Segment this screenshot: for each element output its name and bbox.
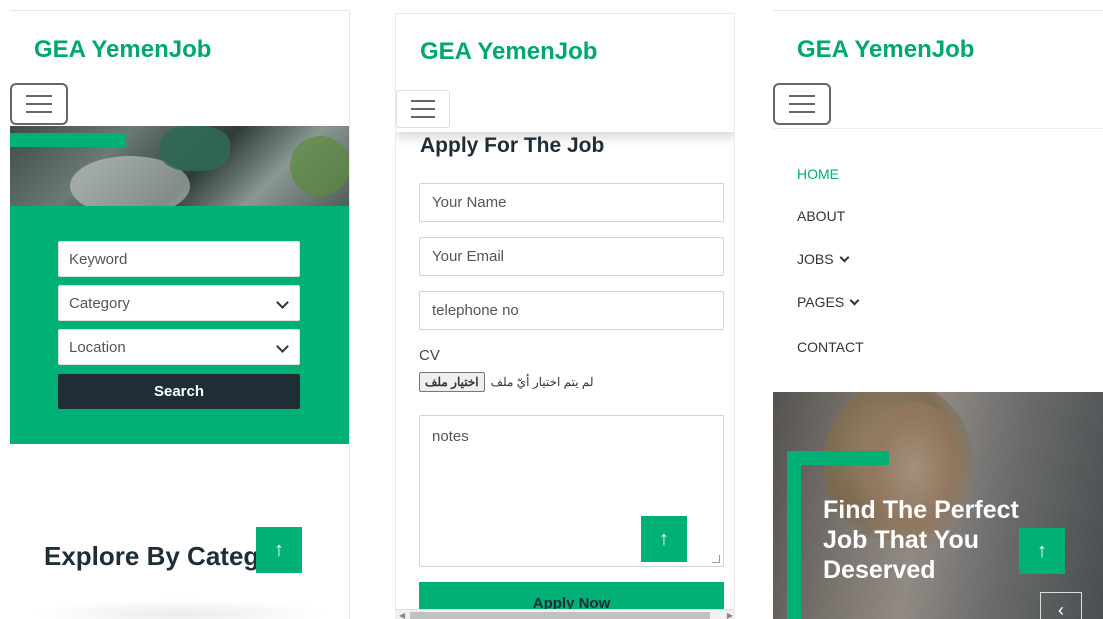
screen-home-search: GEA YemenJob Keyword Category Location S… (10, 10, 350, 619)
menu-toggle-button[interactable] (10, 83, 68, 125)
nav-about-label: ABOUT (797, 208, 846, 224)
accent-bar (10, 133, 126, 147)
scroll-to-top-button[interactable]: ↑ (641, 516, 687, 562)
nav-home[interactable]: HOME (797, 166, 839, 182)
location-value: Location (69, 338, 126, 356)
keyword-placeholder: Keyword (69, 250, 128, 268)
category-select[interactable]: Category (58, 285, 300, 321)
keyword-input[interactable]: Keyword (58, 241, 300, 277)
form-heading: Apply For The Job (420, 134, 605, 157)
category-value: Category (69, 294, 130, 312)
nav-home-label: HOME (797, 166, 839, 182)
phone-placeholder: telephone no (432, 302, 519, 319)
arrow-up-icon: ↑ (659, 527, 669, 550)
hamburger-icon (411, 100, 435, 102)
nav-jobs-label: JOBS (797, 251, 834, 267)
divider (773, 128, 1103, 129)
name-input[interactable]: Your Name (419, 183, 724, 222)
hero-banner: Find The Perfect Job That You Deserved ↑… (773, 392, 1103, 619)
brand-logo[interactable]: GEA YemenJob (34, 36, 211, 64)
nav-pages[interactable]: PAGES (797, 294, 858, 310)
horizontal-scrollbar[interactable]: ◀ ▶ (396, 609, 734, 619)
chevron-down-icon (850, 298, 858, 306)
arrow-up-icon: ↑ (1037, 539, 1047, 562)
menu-toggle-button[interactable] (396, 90, 450, 128)
phone-input[interactable]: telephone no (419, 291, 724, 330)
scroll-to-top-button[interactable]: ↑ (1019, 528, 1065, 574)
arrow-up-icon: ↑ (274, 538, 284, 561)
email-placeholder: Your Email (432, 248, 504, 265)
choose-file-button[interactable]: اختيار ملف (419, 372, 485, 392)
chevron-down-icon (275, 340, 289, 354)
menu-toggle-button[interactable] (773, 83, 831, 125)
scrollbar-thumb[interactable] (410, 612, 710, 619)
name-placeholder: Your Name (432, 194, 507, 211)
nav-jobs[interactable]: JOBS (797, 251, 848, 267)
hamburger-icon (789, 95, 815, 97)
cv-label: CV (419, 347, 440, 364)
scroll-to-top-button[interactable]: ↑ (256, 527, 302, 573)
nav-contact-label: CONTACT (797, 339, 864, 355)
cv-file-input[interactable]: اختيار ملف لم يتم اختيار أيّ ملف (419, 372, 594, 392)
screen-nav-menu: GEA YemenJob HOME ABOUT JOBS PAGES CONTA… (773, 10, 1103, 619)
chevron-down-icon (275, 296, 289, 310)
nav-contact[interactable]: CONTACT (797, 339, 864, 355)
hero-headline: Find The Perfect Job That You Deserved (823, 496, 1019, 584)
brand-logo[interactable]: GEA YemenJob (420, 38, 597, 66)
file-status: لم يتم اختيار أيّ ملف (490, 375, 594, 389)
screen-apply-form: GEA YemenJob Apply For The Job Your Name… (395, 13, 735, 619)
card-shadow (30, 599, 330, 619)
email-input[interactable]: Your Email (419, 237, 724, 276)
chevron-left-icon: ‹ (1058, 599, 1064, 619)
hamburger-icon (26, 95, 52, 97)
brand-logo[interactable]: GEA YemenJob (797, 36, 974, 64)
notes-placeholder: notes (432, 428, 469, 445)
chevron-down-icon (840, 255, 848, 263)
carousel-prev-button[interactable]: ‹ (1040, 592, 1082, 619)
resize-handle[interactable] (712, 555, 720, 563)
location-select[interactable]: Location (58, 329, 300, 365)
nav-about[interactable]: ABOUT (797, 208, 845, 224)
nav-pages-label: PAGES (797, 294, 845, 310)
search-button[interactable]: Search (58, 374, 300, 409)
